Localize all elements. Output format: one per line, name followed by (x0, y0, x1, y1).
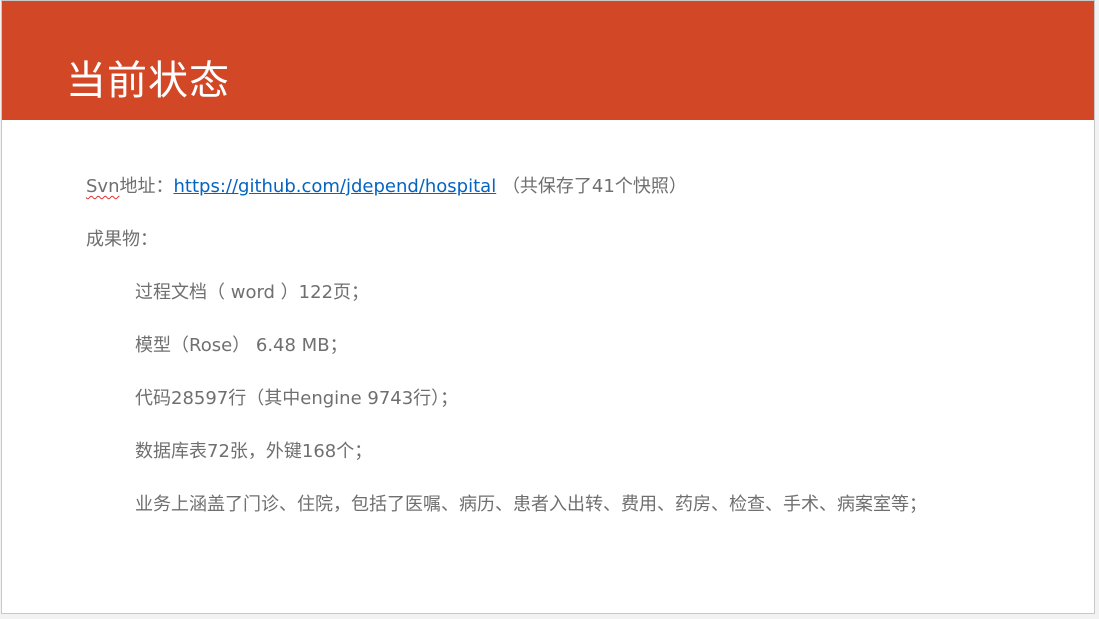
list-item-model: 模型（Rose） 6.48 MB； (135, 335, 348, 356)
title-bar: 当前状态 (2, 1, 1094, 120)
list-item-business-scope: 业务上涵盖了门诊、住院，包括了医嘱、病历、患者入出转、费用、药房、检查、手术、病… (135, 494, 927, 515)
list-item-database: 数据库表72张，外键168个； (135, 441, 373, 462)
list-item-docs: 过程文档（ word ）122页； (135, 282, 370, 303)
snapshot-note: （共保存了41个快照） (501, 176, 687, 197)
slide-title: 当前状态 (66, 58, 230, 104)
svn-label: 地址： (119, 176, 174, 197)
slide: 当前状态 Svn地址：https://github.com/jdepend/ho… (1, 0, 1095, 614)
deliverables-heading: 成果物： (86, 229, 158, 250)
svn-word: Svn (86, 176, 120, 197)
list-item-code: 代码28597行（其中engine 9743行）； (135, 388, 459, 409)
repo-link[interactable]: https://github.com/jdepend/hospital (174, 176, 497, 197)
svn-address-line: Svn地址：https://github.com/jdepend/hospita… (86, 175, 687, 199)
